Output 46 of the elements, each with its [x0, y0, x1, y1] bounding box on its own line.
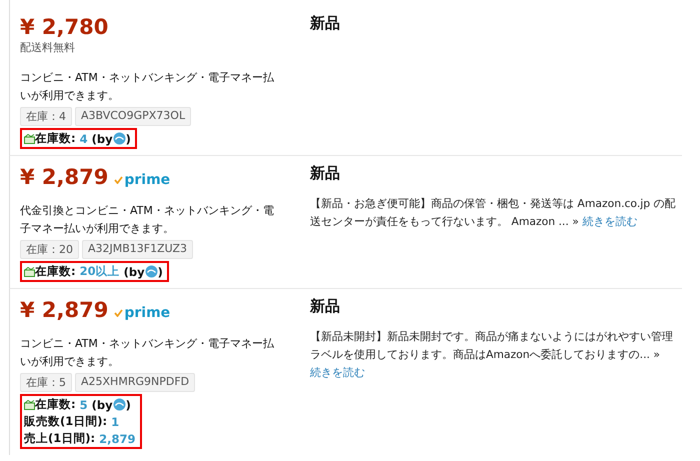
stat-value: 1 [111, 414, 120, 428]
logo-icon [112, 398, 126, 411]
stock-value: 4 [80, 132, 88, 146]
by-text: (by [92, 132, 113, 146]
closing-paren: ) [126, 132, 131, 146]
stock-label: 在庫数: [35, 131, 76, 146]
seller-id-tag: A32JMB13F1ZUZ3 [82, 240, 194, 259]
closing-paren: ) [126, 398, 131, 412]
prime-label: prime [124, 305, 170, 321]
condition-label: 新品 [310, 164, 341, 183]
stat-label: 販売数(1日間): [24, 414, 108, 429]
seller-id-tag: A25XHMRG9NPDFD [75, 373, 196, 392]
check-icon [114, 309, 124, 317]
stock-tag: 在庫：20 [20, 240, 79, 259]
logo-icon [144, 265, 158, 278]
logo-icon [112, 132, 126, 145]
condition-label: 新品 [310, 297, 341, 316]
description-text: 【新品未開封】新品未開封です。商品が痛まないようにはがれやすい管理ラベルを使用しております。商品はAmazonへ委託しておりますの... » 続きを読む [310, 329, 674, 381]
check-icon [114, 176, 124, 184]
payment-text: 代金引換とコンビニ・ATM・ネットバンキング・電子マネー払いが利用できます。 [20, 203, 275, 237]
stat-value: 2,879 [99, 432, 136, 446]
by-text: (by [92, 398, 113, 412]
stock-label: 在庫数: [35, 264, 76, 279]
read-more-link[interactable]: 続きを読む [310, 366, 365, 379]
shipping-text: 配送料無料 [20, 40, 75, 55]
description-text: 【新品・お急ぎ便可能】商品の保管・梱包・発送等は Amazon.co.jp の配送センターが責任をもって行ないます。 Amazon ... » 続きを読む [310, 196, 677, 230]
seller-id-tag: A3BVCO9GPX73OL [75, 107, 192, 126]
stock-icon [24, 266, 35, 276]
price: ¥ 2,879 [20, 297, 108, 323]
stat-label: 売上(1日間): [24, 431, 96, 446]
price: ¥ 2,879 [20, 164, 108, 190]
stock-value: 20以上 [80, 264, 120, 279]
stock-label: 在庫数: [35, 397, 76, 412]
by-text: (by [124, 264, 145, 278]
prime-label: prime [124, 172, 170, 188]
stock-icon [24, 400, 35, 410]
payment-text: コンビニ・ATM・ネットバンキング・電子マネー払いが利用できます。 [20, 70, 275, 104]
stock-tag: 在庫：4 [20, 107, 72, 126]
stock-value: 5 [80, 398, 88, 412]
payment-text: コンビニ・ATM・ネットバンキング・電子マネー払いが利用できます。 [20, 336, 275, 370]
read-more-link[interactable]: 続きを読む [582, 215, 638, 228]
condition-label: 新品 [310, 14, 341, 33]
stock-icon [24, 134, 35, 144]
stock-tag: 在庫：5 [20, 373, 72, 392]
closing-paren: ) [158, 264, 163, 278]
price: ¥ 2,780 [20, 14, 108, 40]
